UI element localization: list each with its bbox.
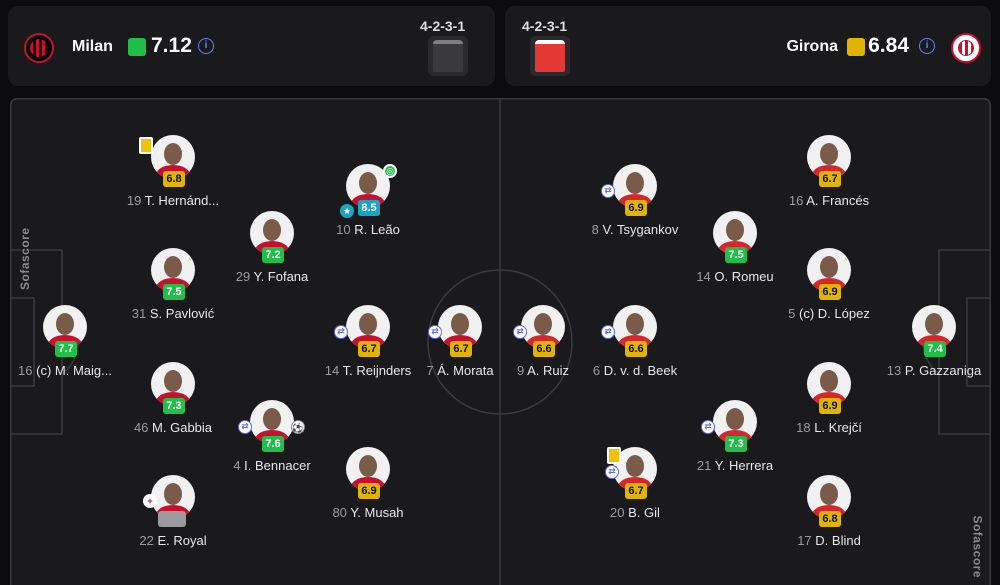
player-rating: 8.5 xyxy=(358,200,380,216)
player-name: 31 S. Pavlović xyxy=(131,306,215,321)
player-rating: 7.6 xyxy=(262,436,284,452)
player-rating: 6.6 xyxy=(625,341,647,357)
substitution-icon: ⇄ xyxy=(701,420,715,434)
player-name: 17 D. Blind xyxy=(797,533,861,548)
yellow-card-icon xyxy=(607,447,621,464)
player-card[interactable]: ⇄ 6.6 9 A. Ruiz xyxy=(478,305,608,395)
substitution-icon: ⇄ xyxy=(238,420,252,434)
player-name: 14 O. Romeu xyxy=(696,269,774,284)
player-card[interactable]: 6.9 80 Y. Musah xyxy=(303,447,433,537)
player-name: 16 A. Francés xyxy=(788,193,870,208)
player-card[interactable]: ⇄ 6.9 8 V. Tsygankov xyxy=(570,164,700,254)
substitution-icon: ⇄ xyxy=(601,184,615,198)
player-rating: 7.5 xyxy=(163,284,185,300)
player-name: 20 B. Gil xyxy=(610,505,660,520)
home-kit-icon xyxy=(428,36,468,76)
player-rating: 7.3 xyxy=(725,436,747,452)
player-rating: 6.6 xyxy=(533,341,555,357)
player-rating: 7.7 xyxy=(55,341,77,357)
substitution-icon: ⇄ xyxy=(513,325,527,339)
player-rating: 7.4 xyxy=(924,341,946,357)
star-icon: ★ xyxy=(340,204,354,218)
substitution-icon: ⇄ xyxy=(428,325,442,339)
home-rating-swatch xyxy=(128,38,146,56)
player-rating: 6.7 xyxy=(450,341,472,357)
milan-crest-icon xyxy=(24,33,54,63)
player-card[interactable]: ◎ ★ 8.5 10 R. Leão xyxy=(303,164,433,254)
player-name: 29 Y. Fofana xyxy=(235,269,309,284)
player-card[interactable]: ⇄ 6.7 20 B. Gil xyxy=(570,447,700,537)
player-rating: 7.3 xyxy=(163,398,185,414)
player-rating: 7.2 xyxy=(262,247,284,263)
home-team-name[interactable]: Milan xyxy=(72,38,113,56)
player-rating: 6.7 xyxy=(625,483,647,499)
info-icon[interactable]: i xyxy=(919,38,935,54)
home-formation: 4-2-3-1 xyxy=(420,18,466,34)
player-name: 22 E. Royal xyxy=(139,533,207,548)
player-rating: 7.5 xyxy=(725,247,747,263)
substitution-icon: ⇄ xyxy=(605,465,619,479)
goal-icon: ◎ xyxy=(383,164,397,178)
assist-icon: ⚽ xyxy=(291,420,305,434)
sofascore-watermark: Sofascore xyxy=(971,515,985,578)
yellow-card-icon xyxy=(139,137,153,154)
away-team-name[interactable]: Girona xyxy=(786,38,838,56)
away-formation: 4-2-3-1 xyxy=(522,18,568,34)
player-rating: 6.9 xyxy=(358,483,380,499)
home-team-rating: 7.12 xyxy=(151,34,192,57)
info-icon[interactable]: i xyxy=(198,38,214,54)
away-team-rating: 6.84 xyxy=(868,34,909,57)
player-rating xyxy=(158,511,186,527)
player-name: 80 Y. Musah xyxy=(332,505,404,520)
player-rating: 6.7 xyxy=(819,171,841,187)
player-rating: 6.7 xyxy=(358,341,380,357)
player-name: 8 V. Tsygankov xyxy=(591,222,679,237)
away-team-card[interactable]: 4-2-3-1 Girona 6.84 i xyxy=(505,6,991,86)
player-rating: 6.9 xyxy=(819,284,841,300)
player-rating: 6.8 xyxy=(163,171,185,187)
player-name: 10 R. Leão xyxy=(336,222,400,237)
player-name: 5 (c) D. López xyxy=(788,306,870,321)
girona-crest-icon xyxy=(951,33,981,63)
home-team-card[interactable]: Milan 7.12 i 4-2-3-1 xyxy=(8,6,495,86)
player-rating: 6.9 xyxy=(819,398,841,414)
player-name: 9 A. Ruiz xyxy=(516,363,570,378)
player-rating: 6.9 xyxy=(625,200,647,216)
player-rating: 6.8 xyxy=(819,511,841,527)
substitution-icon: ⇄ xyxy=(334,325,348,339)
injury-icon: + xyxy=(143,494,157,508)
away-kit-icon xyxy=(530,36,570,76)
player-name: 19 T. Hernánd... xyxy=(126,193,220,208)
away-rating-swatch xyxy=(847,38,865,56)
sofascore-watermark: Sofascore xyxy=(18,227,32,290)
